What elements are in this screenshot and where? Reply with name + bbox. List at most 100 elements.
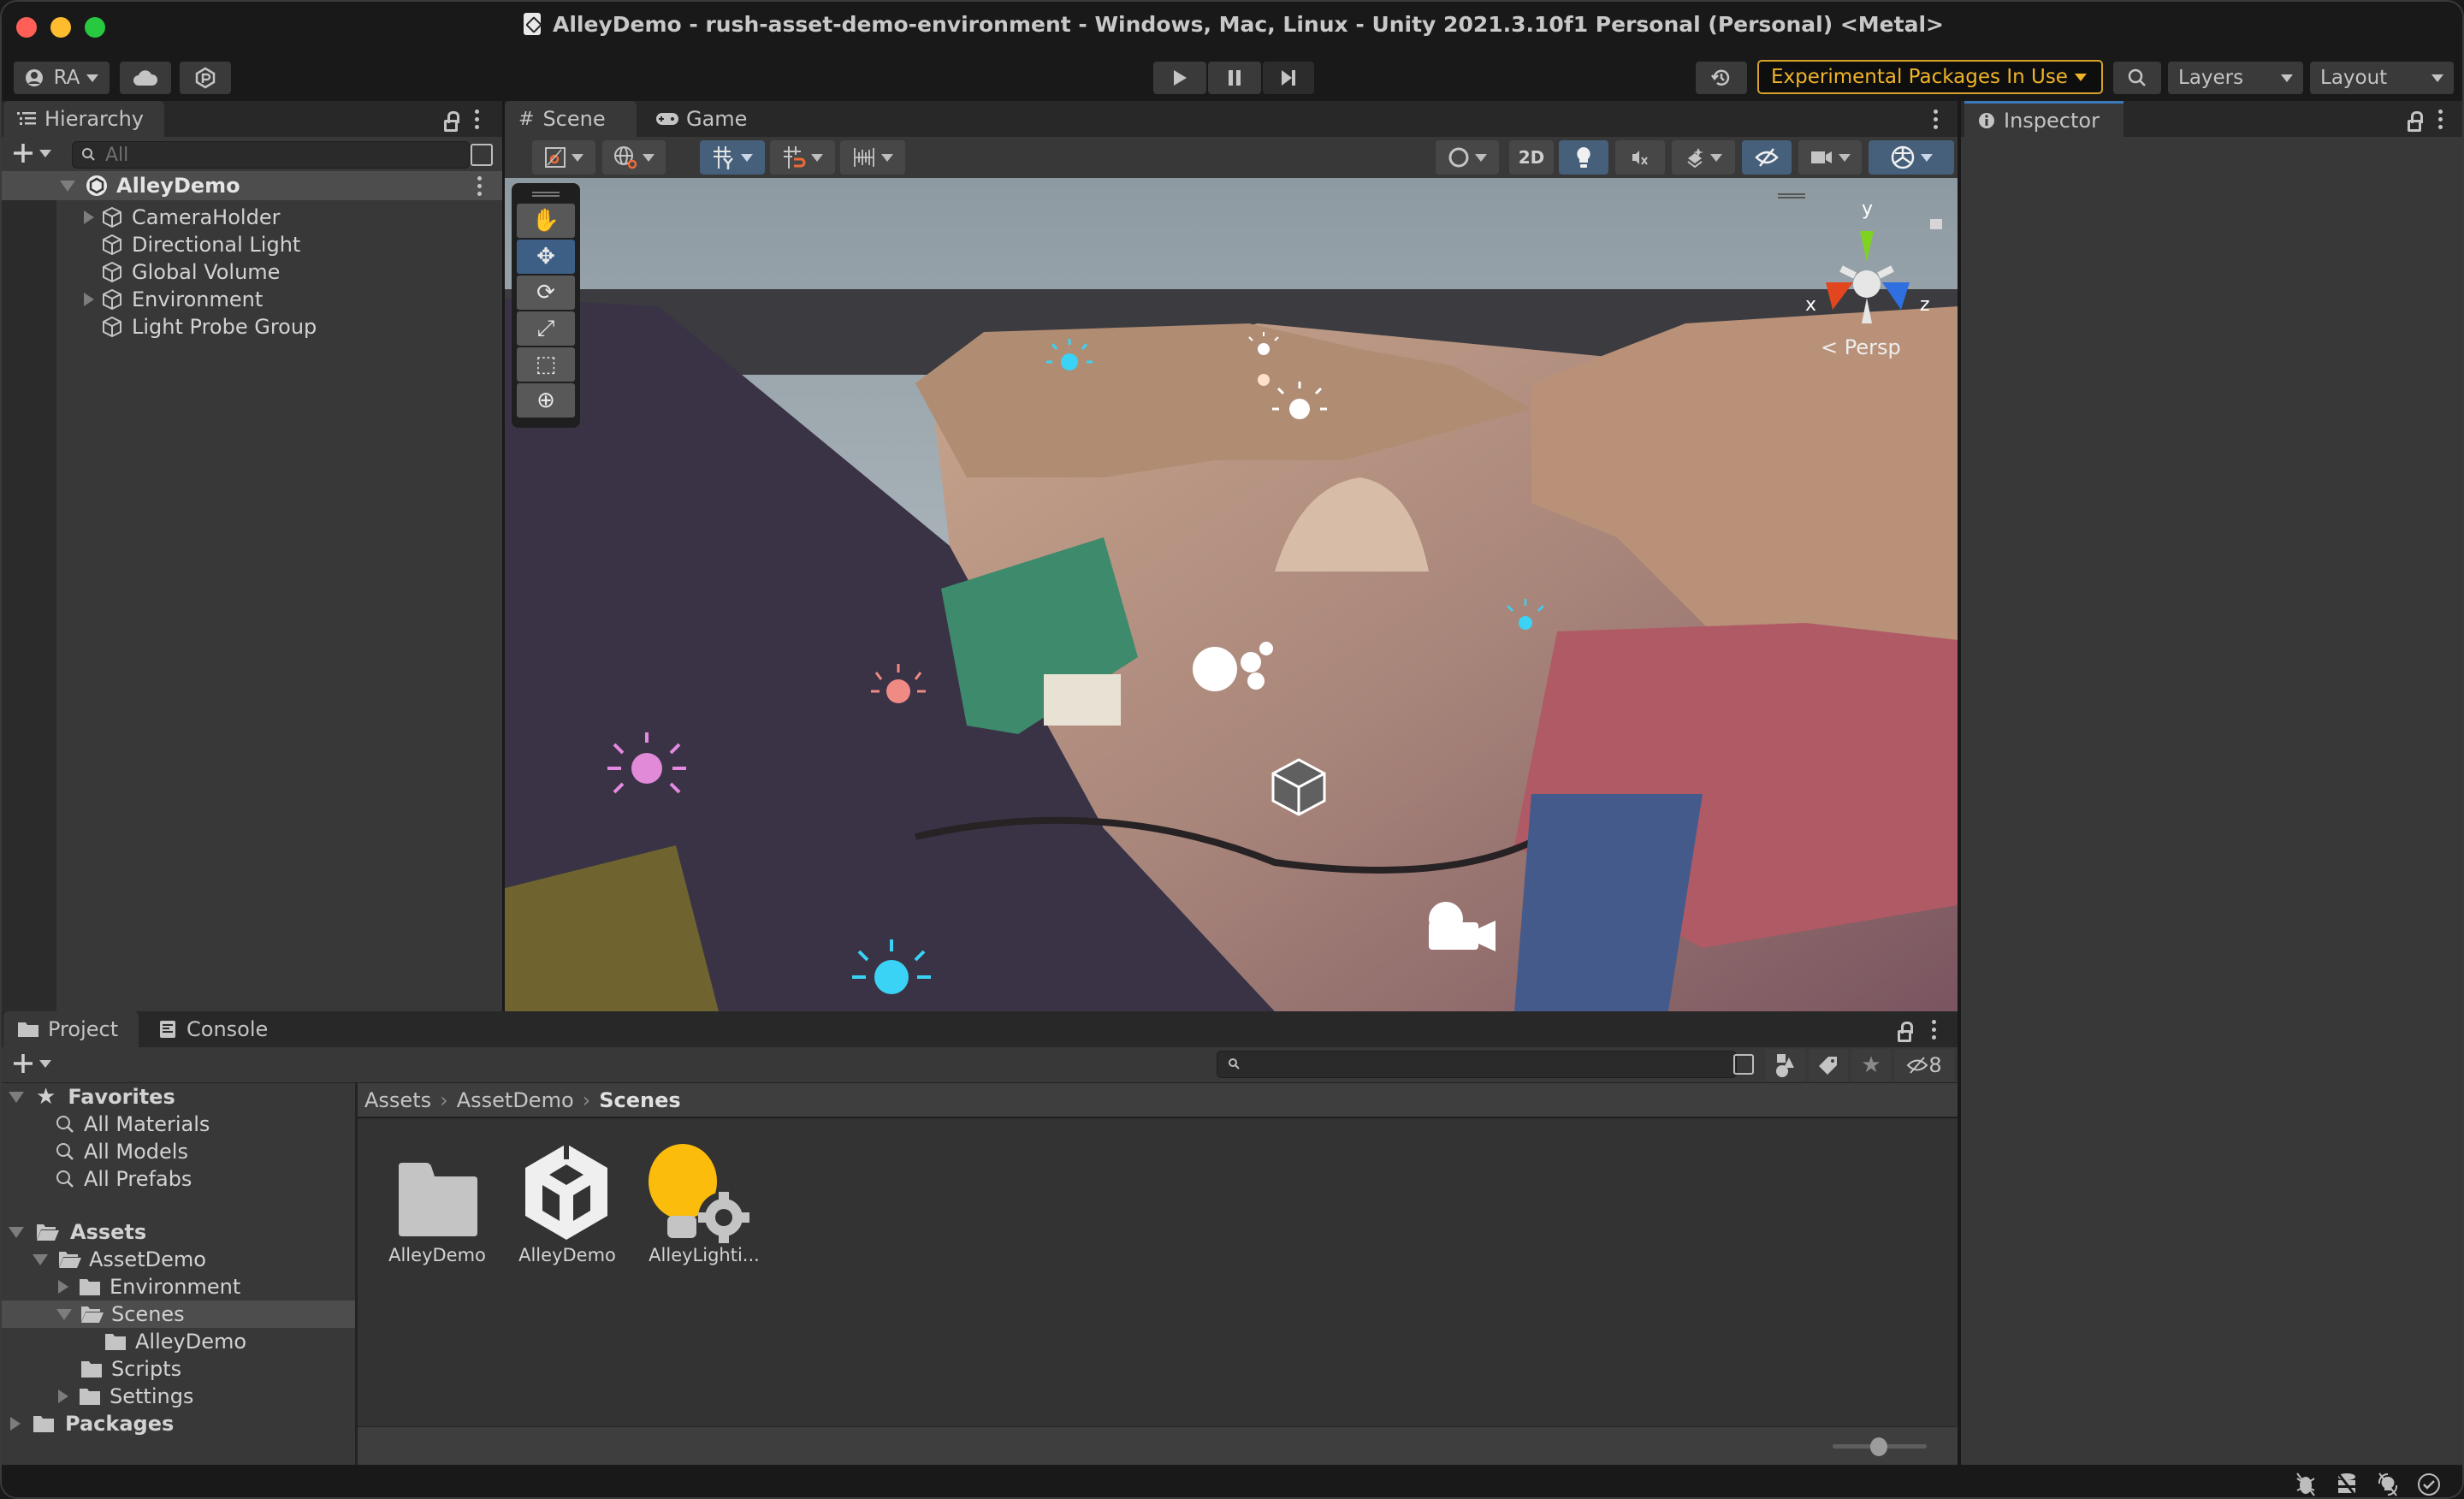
- draw-mode-dropdown[interactable]: [532, 140, 595, 175]
- expand-arrow-icon[interactable]: [58, 1280, 68, 1294]
- hierarchy-search-input[interactable]: All: [72, 141, 470, 169]
- rect-tool-button[interactable]: ⬚: [517, 347, 575, 382]
- expand-arrow-icon[interactable]: [84, 293, 94, 306]
- scene-effects-dropdown[interactable]: [1672, 140, 1735, 175]
- favorites-row[interactable]: ★ Favorites: [9, 1083, 175, 1111]
- search-button[interactable]: [2113, 62, 2161, 94]
- asset-item[interactable]: [392, 1151, 486, 1253]
- toggle-2d-button[interactable]: 2D: [1509, 140, 1554, 175]
- save-search-button[interactable]: ★: [1851, 1049, 1891, 1081]
- cache-server-toggle[interactable]: [2332, 1470, 2361, 1497]
- projection-toggle[interactable]: < Persp: [1821, 335, 1901, 359]
- hierarchy-item[interactable]: Environment: [84, 286, 263, 313]
- expand-arrow-icon[interactable]: [9, 1226, 24, 1238]
- favorite-item[interactable]: All Prefabs: [55, 1165, 192, 1193]
- tab-project[interactable]: Project: [3, 1011, 139, 1047]
- expand-arrow-icon[interactable]: [9, 1091, 24, 1103]
- hierarchy-item[interactable]: Directional Light: [101, 231, 300, 258]
- chevron-down-icon[interactable]: [1921, 153, 1933, 162]
- tab-console[interactable]: Console: [145, 1011, 282, 1047]
- create-asset-dropdown[interactable]: [12, 1052, 51, 1075]
- chevron-down-icon[interactable]: [1710, 153, 1722, 162]
- axis-y-label[interactable]: y: [1862, 198, 1873, 220]
- move-tool-button[interactable]: ✥: [517, 240, 575, 274]
- overlay-drag-handle[interactable]: [532, 192, 560, 197]
- axis-x-label[interactable]: x: [1805, 294, 1816, 316]
- projection-lock-icon[interactable]: [1930, 219, 1942, 229]
- tab-game[interactable]: Game: [642, 101, 761, 137]
- breadcrumb-item[interactable]: AssetDemo: [457, 1088, 574, 1112]
- lock-icon[interactable]: [2408, 111, 2423, 132]
- project-tree-item[interactable]: AlleyDemo: [104, 1328, 246, 1355]
- axis-z-label[interactable]: z: [1920, 294, 1930, 316]
- inspector-menu-kebab-icon[interactable]: [2438, 110, 2443, 129]
- light-probe-group-gizmo[interactable]: [1271, 758, 1326, 816]
- plastic-scm-button[interactable]: [180, 62, 231, 94]
- experimental-packages-dropdown[interactable]: Experimental Packages In Use: [1757, 60, 2103, 94]
- pause-button[interactable]: [1208, 62, 1261, 94]
- favorite-item[interactable]: All Materials: [55, 1111, 210, 1138]
- camera-settings-dropdown[interactable]: [1798, 140, 1862, 175]
- grid-visibility-toggle[interactable]: [700, 140, 765, 175]
- lock-icon[interactable]: [1898, 1022, 1913, 1042]
- packages-root-row[interactable]: Packages: [10, 1410, 174, 1437]
- breadcrumb-item[interactable]: Assets: [364, 1088, 431, 1112]
- layers-dropdown[interactable]: Layers: [2168, 62, 2303, 94]
- open-in-search-window-icon[interactable]: [471, 144, 493, 166]
- grid-snapping-toggle[interactable]: [770, 140, 835, 175]
- scene-audio-toggle[interactable]: [1615, 140, 1665, 175]
- hand-tool-button[interactable]: ✋: [517, 204, 575, 238]
- tab-scene[interactable]: # Scene: [505, 101, 637, 137]
- lock-icon[interactable]: [444, 111, 459, 132]
- expand-arrow-icon[interactable]: [60, 180, 75, 192]
- icon-size-slider-thumb[interactable]: [1870, 1437, 1887, 1456]
- breadcrumb-item-current[interactable]: Scenes: [599, 1088, 680, 1112]
- project-tree-item[interactable]: AssetDemo: [33, 1246, 206, 1273]
- scene-lighting-toggle[interactable]: [1559, 140, 1608, 175]
- hidden-packages-toggle[interactable]: 8: [1894, 1049, 1954, 1081]
- asset-item[interactable]: [647, 1142, 758, 1245]
- expand-arrow-icon[interactable]: [58, 1389, 68, 1403]
- search-by-label-button[interactable]: [1809, 1049, 1848, 1081]
- account-dropdown[interactable]: RA: [14, 62, 110, 94]
- tab-inspector[interactable]: Inspector: [1964, 101, 2123, 137]
- transform-tool-button[interactable]: ⊕: [517, 383, 575, 418]
- project-tree-item[interactable]: Settings: [58, 1383, 193, 1410]
- step-button[interactable]: [1263, 62, 1314, 94]
- global-local-dropdown[interactable]: [602, 140, 666, 175]
- hierarchy-scene-row[interactable]: AlleyDemo: [2, 171, 502, 200]
- asset-item[interactable]: [522, 1142, 616, 1245]
- debug-mode-toggle[interactable]: [2291, 1470, 2320, 1497]
- project-tree-item-selected[interactable]: Scenes: [2, 1301, 355, 1328]
- search-by-type-button[interactable]: [1766, 1049, 1805, 1081]
- expand-arrow-icon[interactable]: [56, 1308, 72, 1320]
- scene-menu-kebab-icon[interactable]: [477, 176, 483, 196]
- overlay-drag-handle[interactable]: [1778, 193, 1805, 198]
- favorite-item[interactable]: All Models: [55, 1138, 188, 1165]
- expand-arrow-icon[interactable]: [33, 1253, 48, 1265]
- project-search-input[interactable]: [1217, 1051, 1737, 1078]
- scene-visibility-toggle[interactable]: [1742, 140, 1792, 175]
- increment-snapping-dropdown[interactable]: [840, 140, 905, 175]
- undo-history-button[interactable]: [1696, 62, 1747, 94]
- hierarchy-item[interactable]: Light Probe Group: [101, 313, 317, 341]
- hierarchy-menu-kebab-icon[interactable]: [475, 110, 480, 129]
- cloud-button[interactable]: [120, 62, 171, 94]
- create-dropdown[interactable]: [12, 142, 51, 164]
- scene-menu-kebab-icon[interactable]: [1934, 110, 1939, 129]
- scene-viewport[interactable]: y x z < Persp: [505, 178, 1958, 1011]
- auto-generate-lighting-toggle[interactable]: [2373, 1470, 2402, 1497]
- chevron-down-icon[interactable]: [811, 153, 823, 162]
- inspector-splitter[interactable]: [1958, 1011, 1961, 1465]
- hierarchy-item[interactable]: Global Volume: [101, 258, 280, 286]
- scale-tool-button[interactable]: ⤢: [517, 311, 575, 346]
- project-menu-kebab-icon[interactable]: [1932, 1020, 1937, 1040]
- progress-status[interactable]: [2414, 1470, 2443, 1497]
- layout-dropdown[interactable]: Layout: [2310, 62, 2454, 94]
- rotate-tool-button[interactable]: ⟳: [517, 276, 575, 310]
- open-in-search-window-icon[interactable]: [1733, 1054, 1754, 1075]
- tab-hierarchy[interactable]: Hierarchy: [3, 101, 164, 137]
- shading-mode-dropdown[interactable]: [1436, 140, 1499, 175]
- project-tree-item[interactable]: Environment: [58, 1273, 240, 1301]
- hierarchy-item[interactable]: CameraHolder: [84, 204, 280, 231]
